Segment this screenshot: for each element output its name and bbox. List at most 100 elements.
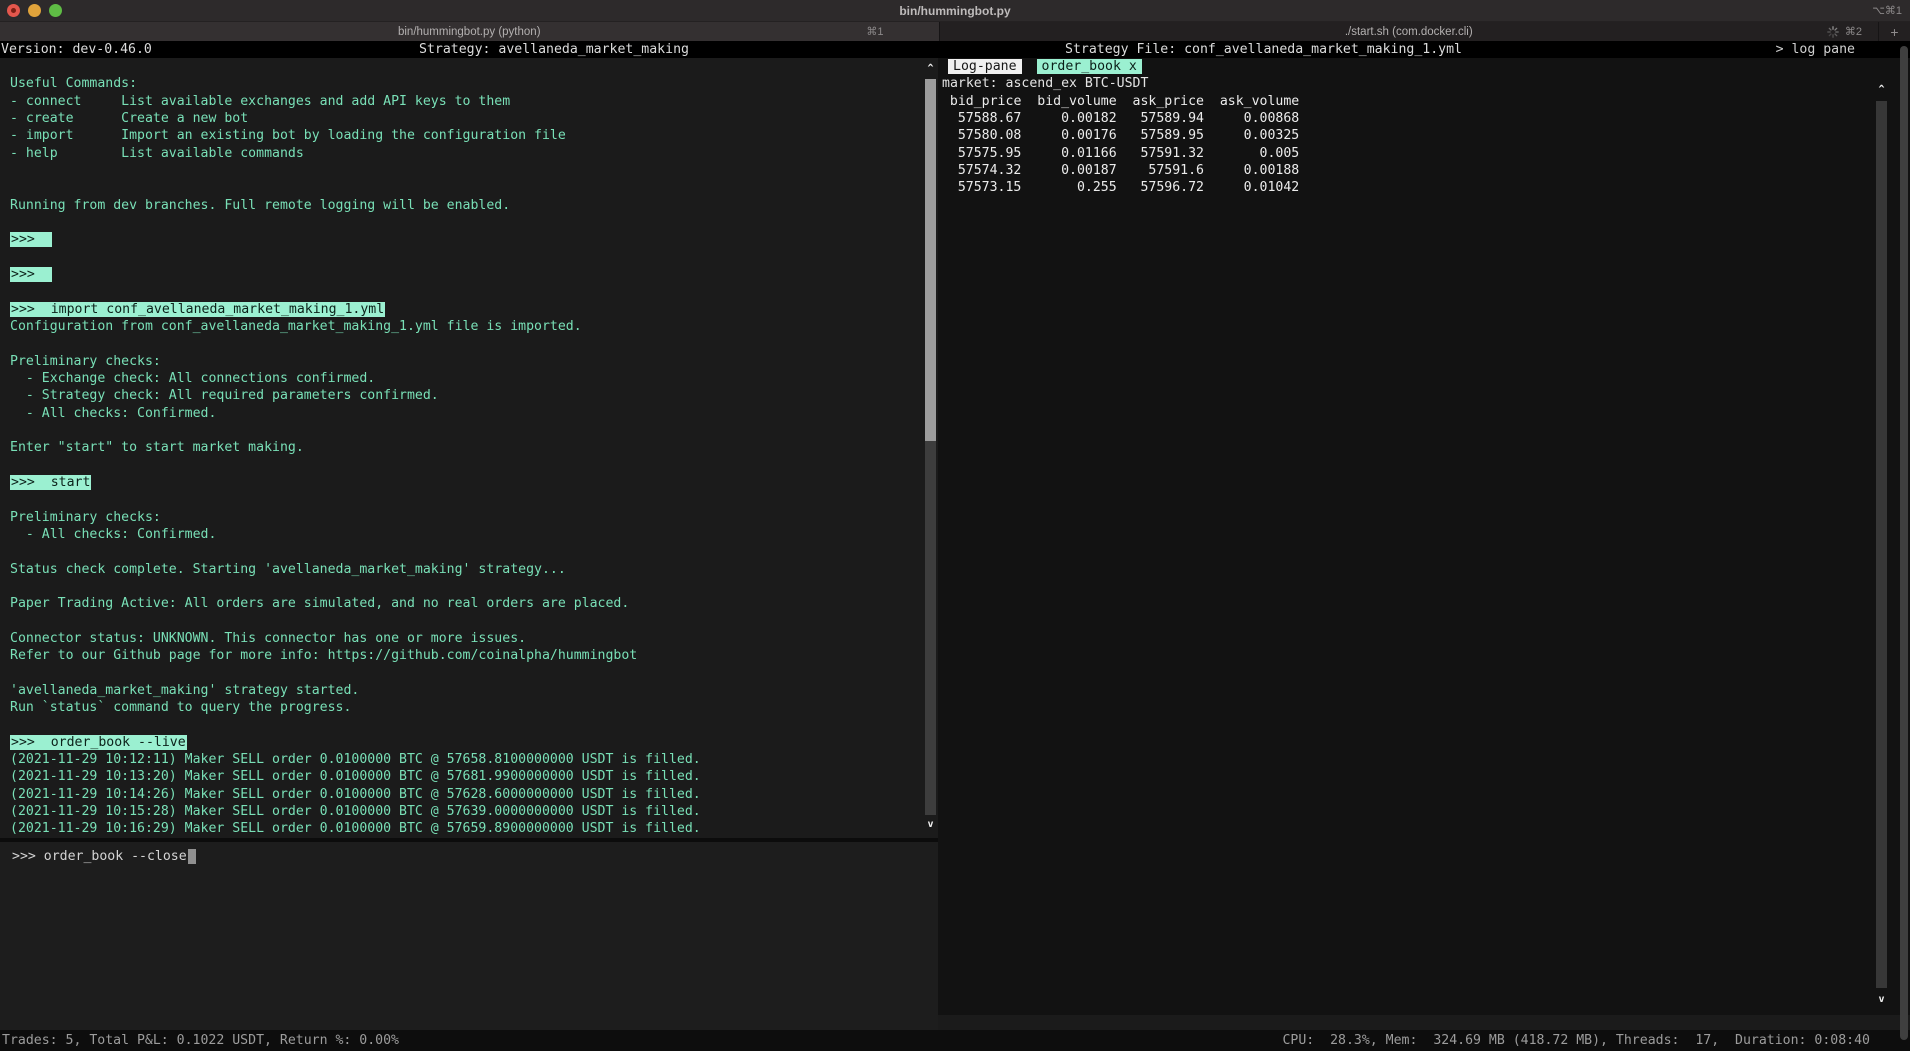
log-line: [10, 249, 938, 266]
log-line: Configuration from conf_avellaneda_marke…: [10, 318, 938, 335]
system-status: CPU: 28.3%, Mem: 324.69 MB (418.72 MB), …: [1282, 1033, 1870, 1048]
log-pane: Log-pane order_book x market: ascend_ex …: [938, 58, 1910, 1015]
log-line: - connect List available exchanges and a…: [10, 93, 938, 110]
window-title: bin/hummingbot.py: [899, 4, 1010, 18]
log-line: [10, 179, 938, 196]
tab-bar: bin/hummingbot.py (python) ⌘1 ./start.sh…: [0, 21, 1910, 41]
order-book-cell: 0.005: [1204, 145, 1299, 162]
command-echo-line: >>>: [10, 231, 938, 248]
window-shortcut: ⌥⌘1: [1872, 4, 1902, 17]
output-scrollbar[interactable]: ^ v: [924, 58, 937, 838]
tab-docker[interactable]: ./start.sh (com.docker.cli): [939, 22, 1879, 41]
order-book-cell: 0.00176: [1021, 127, 1116, 144]
scroll-down-icon[interactable]: v: [1875, 993, 1888, 1006]
version-label: Version: dev-0.46.0: [1, 41, 152, 58]
window-scrollbar[interactable]: [1900, 46, 1908, 1040]
text-cursor: [188, 849, 196, 864]
zoom-window-button[interactable]: [49, 4, 62, 17]
log-pane-scrollbar[interactable]: ^ v: [1875, 58, 1888, 1015]
log-line: [10, 58, 938, 75]
close-window-button[interactable]: [7, 4, 20, 17]
scroll-up-icon[interactable]: ^: [924, 62, 937, 75]
log-pane-tabs: Log-pane order_book x: [942, 58, 1910, 75]
minimize-window-button[interactable]: [28, 4, 41, 17]
order-book-cell: 0.00182: [1021, 110, 1116, 127]
scroll-down-icon[interactable]: v: [924, 818, 937, 831]
command-input-pane[interactable]: >>> order_book --close: [0, 842, 938, 1031]
scrollbar-track[interactable]: [925, 441, 936, 815]
order-book-cell: 57588.67: [942, 110, 1021, 127]
order-book-cell: 0.255: [1021, 179, 1116, 196]
command-echo-line: >>> start: [10, 474, 938, 491]
order-book-cell: 57574.32: [942, 162, 1021, 179]
order-book-cell: 57591.32: [1117, 145, 1204, 162]
log-line: (2021-11-29 10:13:20) Maker SELL order 0…: [10, 768, 938, 785]
log-line: Useful Commands:: [10, 75, 938, 92]
log-line: [10, 283, 938, 300]
log-pane-toggle[interactable]: > log pane: [1776, 41, 1855, 58]
strategy-label: Strategy: avellaneda_market_making: [419, 41, 689, 58]
log-line: [10, 578, 938, 595]
scroll-up-icon[interactable]: ^: [1875, 83, 1888, 96]
left-column: Useful Commands:- connect List available…: [0, 58, 938, 1031]
log-line: [10, 162, 938, 179]
log-line: (2021-11-29 10:14:26) Maker SELL order 0…: [10, 786, 938, 803]
app-header: Version: dev-0.46.0 Strategy: avellaneda…: [0, 41, 1910, 58]
log-line: [10, 543, 938, 560]
log-line: Preliminary checks:: [10, 353, 938, 370]
log-line: (2021-11-29 10:12:11) Maker SELL order 0…: [10, 751, 938, 768]
log-line: (2021-11-29 10:16:29) Maker SELL order 0…: [10, 820, 938, 837]
activity-spinner-icon: [1827, 26, 1839, 38]
order-book-cell: 57591.6: [1117, 162, 1204, 179]
order-book-cell: 0.00325: [1204, 127, 1299, 144]
log-line: - Exchange check: All connections confir…: [10, 370, 938, 387]
window-titlebar: bin/hummingbot.py ⌥⌘1: [0, 0, 1910, 21]
new-tab-button[interactable]: +: [1878, 22, 1910, 41]
tab-order-book[interactable]: order_book x: [1037, 59, 1142, 74]
scrollbar-thumb[interactable]: [1876, 101, 1887, 988]
order-book-header: bid_price: [942, 93, 1021, 110]
tab-hummingbot[interactable]: bin/hummingbot.py (python) ⌘1: [0, 22, 939, 41]
order-book-header: ask_volume: [1204, 93, 1299, 110]
status-bar: Trades: 5, Total P&L: 0.1022 USDT, Retur…: [0, 1030, 1910, 1051]
log-line: Run `status` command to query the progre…: [10, 699, 938, 716]
output-pane: Useful Commands:- connect List available…: [0, 58, 938, 838]
log-line: Paper Trading Active: All orders are sim…: [10, 595, 938, 612]
log-line: Preliminary checks:: [10, 509, 938, 526]
order-book-header: ask_price: [1117, 93, 1204, 110]
tab-shortcut: ⌘1: [866, 25, 883, 38]
strategy-file-label: Strategy File: conf_avellaneda_market_ma…: [1065, 41, 1462, 58]
log-line: - create Create a new bot: [10, 110, 938, 127]
log-line: Connector status: UNKNOWN. This connecto…: [10, 630, 938, 647]
log-line: [10, 664, 938, 681]
log-line: [10, 422, 938, 439]
log-line: (2021-11-29 10:15:28) Maker SELL order 0…: [10, 803, 938, 820]
order-book-header: bid_volume: [1021, 93, 1116, 110]
tab-log-pane[interactable]: Log-pane: [948, 59, 1022, 74]
log-line: [10, 716, 938, 733]
traffic-lights: [7, 4, 62, 17]
hummingbot-app: Version: dev-0.46.0 Strategy: avellaneda…: [0, 41, 1910, 1031]
order-book-cell: 0.01166: [1021, 145, 1116, 162]
log-line: [10, 335, 938, 352]
log-line: [10, 491, 938, 508]
order-book-cell: 0.00188: [1204, 162, 1299, 179]
order-book-cell: 57573.15: [942, 179, 1021, 196]
log-line: - Strategy check: All required parameter…: [10, 387, 938, 404]
tab-label: bin/hummingbot.py (python): [398, 26, 541, 38]
tab-label: ./start.sh (com.docker.cli): [1345, 26, 1473, 38]
command-input-text: >>> order_book --close: [12, 849, 187, 864]
order-book-cell: 0.01042: [1204, 179, 1299, 196]
scrollbar-thumb[interactable]: [925, 79, 936, 441]
tab-shortcut: ⌘2: [1845, 25, 1862, 38]
order-book-cell: 0.00187: [1021, 162, 1116, 179]
command-echo-line: >>> order_book --live: [10, 734, 938, 751]
order-book-cell: 57580.08: [942, 127, 1021, 144]
log-line: Enter "start" to start market making.: [10, 439, 938, 456]
log-line: Status check complete. Starting 'avellan…: [10, 561, 938, 578]
trades-status: Trades: 5, Total P&L: 0.1022 USDT, Retur…: [2, 1033, 399, 1048]
right-column: Log-pane order_book x market: ascend_ex …: [938, 58, 1910, 1031]
order-book-cell: 57596.72: [1117, 179, 1204, 196]
order-book-cell: 57589.94: [1117, 110, 1204, 127]
log-line: - import Import an existing bot by loadi…: [10, 127, 938, 144]
